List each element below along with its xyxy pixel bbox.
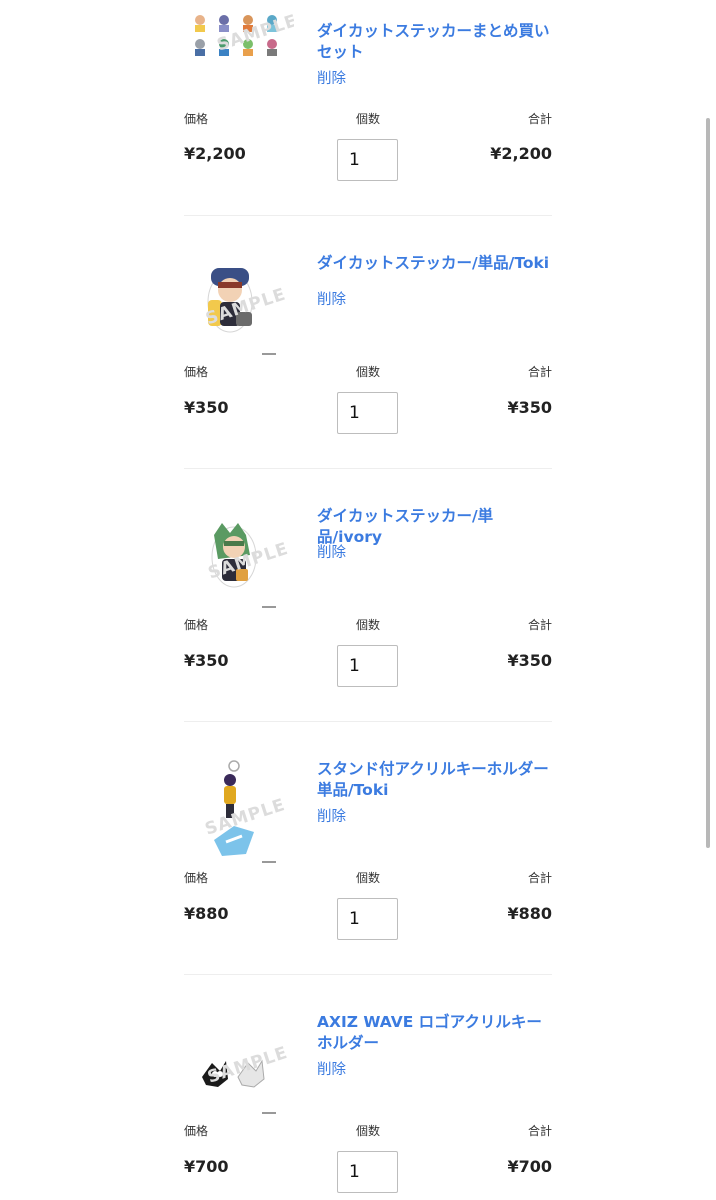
unit-price: ¥880 xyxy=(184,904,229,923)
price-header: 価格 xyxy=(184,1124,209,1138)
remove-button[interactable]: 削除 xyxy=(317,288,346,309)
total-header: 合計 xyxy=(527,618,552,632)
remove-button[interactable]: 削除 xyxy=(317,805,346,826)
line-total: ¥350 xyxy=(507,398,552,417)
product-thumbnail[interactable]: SAMPLE xyxy=(184,252,294,362)
total-header: 合計 xyxy=(527,365,552,379)
vertical-scrollbar[interactable] xyxy=(706,118,710,848)
total-header: 合計 xyxy=(527,112,552,126)
product-thumbnail[interactable]: SAMPLE xyxy=(184,0,294,92)
line-total: ¥2,200 xyxy=(490,144,552,163)
cart-item: SAMPLE スタンド付アクリルキーホルダー単品/Toki 削除 価格 個数 合… xyxy=(184,721,552,974)
cart-item: SAMPLE ダイカットステッカーまとめ買いセット 削除 価格 個数 合計 ¥2… xyxy=(184,0,552,215)
product-name-link[interactable]: スタンド付アクリルキーホルダー単品/Toki xyxy=(317,759,552,801)
product-thumbnail[interactable]: SAMPLE xyxy=(184,1011,294,1121)
quantity-input[interactable] xyxy=(337,1151,398,1193)
unit-price: ¥350 xyxy=(184,651,229,670)
price-header: 価格 xyxy=(184,112,209,126)
quantity-header: 個数 xyxy=(356,112,381,126)
remove-button[interactable]: 削除 xyxy=(317,541,346,562)
product-thumbnail[interactable]: SAMPLE xyxy=(184,758,294,868)
quantity-input[interactable] xyxy=(337,898,398,940)
unit-price: ¥350 xyxy=(184,398,229,417)
unit-price: ¥2,200 xyxy=(184,144,246,163)
line-total: ¥700 xyxy=(507,1157,552,1176)
remove-button[interactable]: 削除 xyxy=(317,67,346,88)
total-header: 合計 xyxy=(527,871,552,885)
line-total: ¥350 xyxy=(507,651,552,670)
product-name-link[interactable]: ダイカットステッカー/単品/ivory xyxy=(317,506,552,548)
price-header: 価格 xyxy=(184,871,209,885)
quantity-header: 個数 xyxy=(356,618,381,632)
remove-button[interactable]: 削除 xyxy=(317,1058,346,1079)
cart-list: SAMPLE ダイカットステッカーまとめ買いセット 削除 価格 個数 合計 ¥2… xyxy=(184,0,552,1200)
line-total: ¥880 xyxy=(507,904,552,923)
product-name-link[interactable]: ダイカットステッカー/単品/Toki xyxy=(317,253,552,274)
product-name-link[interactable]: AXIZ WAVE ロゴアクリルキーホルダー xyxy=(317,1012,552,1054)
quantity-header: 個数 xyxy=(356,1124,381,1138)
product-name-link[interactable]: ダイカットステッカーまとめ買いセット xyxy=(317,21,552,63)
quantity-header: 個数 xyxy=(356,365,381,379)
cart-item: SAMPLE AXIZ WAVE ロゴアクリルキーホルダー 削除 価格 個数 合… xyxy=(184,974,552,1200)
quantity-input[interactable] xyxy=(337,392,398,434)
quantity-input[interactable] xyxy=(337,645,398,687)
product-thumbnail[interactable]: SAMPLE xyxy=(184,505,294,615)
quantity-header: 個数 xyxy=(356,871,381,885)
total-header: 合計 xyxy=(527,1124,552,1138)
price-header: 価格 xyxy=(184,618,209,632)
cart-item: SAMPLE ダイカットステッカー/単品/Toki 削除 価格 個数 合計 ¥3… xyxy=(184,215,552,468)
unit-price: ¥700 xyxy=(184,1157,229,1176)
quantity-input[interactable] xyxy=(337,139,398,181)
cart-page: SAMPLE ダイカットステッカーまとめ買いセット 削除 価格 個数 合計 ¥2… xyxy=(0,0,716,1200)
price-header: 価格 xyxy=(184,365,209,379)
cart-item: SAMPLE ダイカットステッカー/単品/ivory 削除 価格 個数 合計 ¥… xyxy=(184,468,552,721)
